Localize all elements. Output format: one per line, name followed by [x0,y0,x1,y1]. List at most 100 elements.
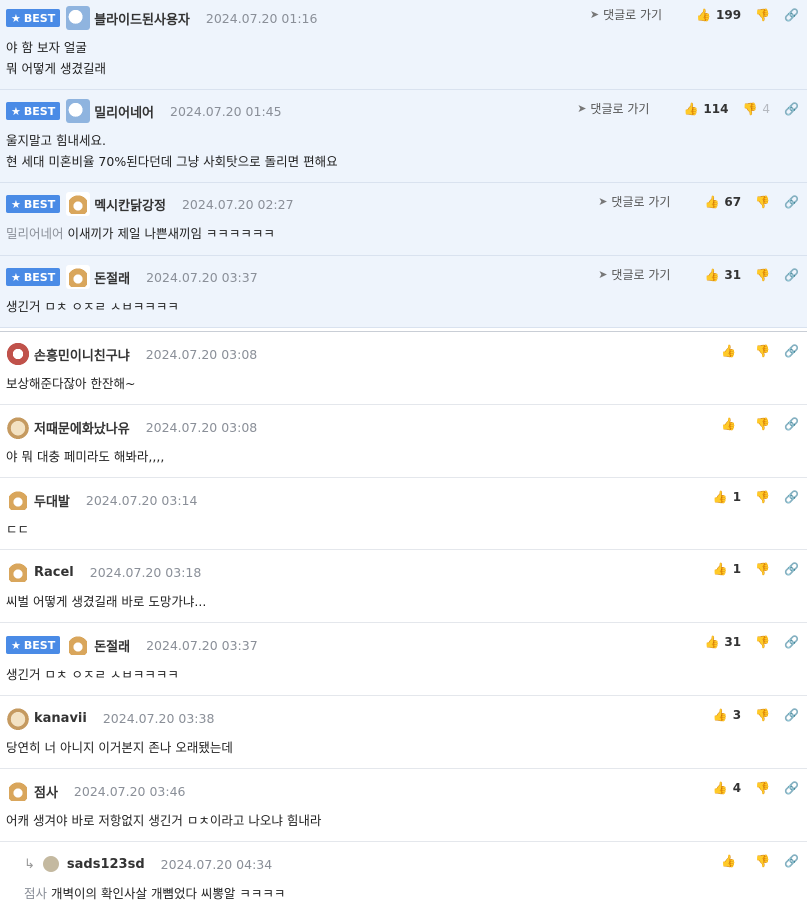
thumbs-up-icon: 👍 [696,7,712,22]
like-button[interactable]: 👍 [721,344,741,358]
comment-actions: ➤ 댓글로 가기 👍 199 👎 🔗 [590,6,799,23]
like-button[interactable]: 👍 1 [713,490,741,504]
comment-actions: 👍 3 👎 🔗 [699,708,799,722]
comment-body: 야 뭐 대충 페미라도 해봐라,,,, [6,449,165,464]
dislike-button[interactable]: 👎 [755,195,770,209]
comment-date: 2024.07.20 02:27 [181,196,294,212]
comment-actions: ➤ 댓글로 가기 👍 114 👎 4 🔗 [577,100,799,117]
link-button[interactable]: 🔗 [784,268,799,282]
link-button[interactable]: 🔗 [784,417,799,431]
link-button[interactable]: 🔗 [784,781,799,795]
goto-comment-link[interactable]: ➤ 댓글로 가기 [598,266,670,283]
link-button[interactable]: 🔗 [784,854,799,868]
dislike-button[interactable]: 👎 [755,8,770,22]
avatar[interactable] [6,706,30,730]
author-name[interactable]: kanavii [34,711,87,726]
dislike-button[interactable]: 👎 [755,635,770,649]
link-button[interactable]: 🔗 [784,8,799,22]
author-name[interactable]: 밀리어네어 [94,102,154,121]
avatar[interactable] [6,415,30,439]
avatar[interactable] [6,342,30,366]
author-name[interactable]: Racel [34,565,74,580]
link-button[interactable]: 🔗 [784,635,799,649]
goto-comment-link[interactable]: ➤ 댓글로 가기 [598,193,670,210]
link-button[interactable]: 🔗 [784,102,799,116]
like-button[interactable]: 👍 199 [696,8,741,22]
link-button[interactable]: 🔗 [784,708,799,722]
mention-link[interactable]: 밀리어네어 [6,226,64,241]
comment: kanavii 2024.07.20 03:38 👍 3 👎 🔗 당연히 너 아니… [0,696,807,769]
author-name[interactable]: 두대발 [34,491,70,510]
like-button[interactable]: 👍 [721,854,741,868]
dislike-button[interactable]: 👎 [755,417,770,431]
avatar[interactable] [6,779,30,803]
comment-date: 2024.07.20 01:16 [205,10,318,26]
like-button[interactable]: 👍 1 [713,562,741,576]
comment: 점사 2024.07.20 03:46 👍 4 👎 🔗 어캐 생겨야 바로 저항없… [0,769,807,842]
thumbs-down-icon: 👎 [755,854,771,868]
like-button[interactable]: 👍 114 [683,102,728,116]
best-comment: ★ BEST 멕시칸닭강정 2024.07.20 02:27 ➤ 댓글로 가기 👍 6… [0,183,807,256]
avatar[interactable] [66,192,91,216]
like-button[interactable]: 👍 3 [713,708,741,722]
comment-actions: ➤ 댓글로 가기 👍 67 👎 🔗 [598,193,799,210]
author-name[interactable]: 손흥민이니친구냐 [34,345,130,364]
dislike-button[interactable]: 👎 [755,562,770,576]
link-button[interactable]: 🔗 [784,490,799,504]
comment: 저때문에화났나유 2024.07.20 03:08 👍 👎 🔗 야 뭐 대충 페… [0,405,807,478]
thumbs-down-icon: 👎 [755,194,771,209]
goto-comment-link[interactable]: ➤ 댓글로 가기 [577,100,649,117]
author-name[interactable]: sads123sd [67,857,145,872]
mention-link[interactable]: 점사 [24,886,47,901]
comment-actions: 👍 1 👎 🔗 [699,562,799,576]
comment-date: 2024.07.20 03:08 [145,419,258,435]
like-button[interactable]: 👍 31 [704,268,741,282]
star-icon: ★ [11,104,21,118]
best-badge: ★ BEST [6,268,61,286]
thumbs-down-icon: 👎 [755,417,771,431]
dislike-button[interactable]: 👎 [755,490,770,504]
thumbs-down-icon: 👎 [755,781,771,795]
author-name[interactable]: 점사 [34,782,58,801]
avatar[interactable] [6,488,30,512]
avatar[interactable] [66,633,91,657]
dislike-button[interactable]: 👎 [755,708,770,722]
comment-actions: 👍 👎 🔗 [707,854,799,868]
link-button[interactable]: 🔗 [784,562,799,576]
link-button[interactable]: 🔗 [784,195,799,209]
avatar[interactable] [66,265,91,289]
link-icon: 🔗 [784,854,799,868]
avatar[interactable] [66,99,91,123]
author-name[interactable]: 블라이드된사용자 [94,9,190,28]
dislike-button[interactable]: 👎 4 [742,102,770,116]
avatar[interactable] [6,560,30,584]
comment-date: 2024.07.20 03:08 [145,346,258,362]
dislike-button[interactable]: 👎 [755,268,770,282]
dislike-button[interactable]: 👎 [755,854,770,868]
thumbs-up-icon: 👍 [704,635,720,649]
dislike-button[interactable]: 👎 [755,781,770,795]
like-button[interactable]: 👍 31 [704,635,741,649]
comment-body: 당연히 너 아니지 이거본지 존나 오래됐는데 [6,740,233,755]
comment-body: 생긴거 ㅁㅊ ㅇㅈㄹ ㅅㅂㅋㅋㅋㅋ [6,299,179,314]
comment-date: 2024.07.20 03:38 [102,710,215,726]
author-name[interactable]: 돈절래 [94,636,130,655]
avatar[interactable] [42,856,59,872]
comment-actions: 👍 👎 🔗 [707,417,799,431]
comment-body: 생긴거 ㅁㅊ ㅇㅈㄹ ㅅㅂㅋㅋㅋㅋ [6,667,179,682]
author-name[interactable]: 멕시칸닭강정 [94,195,166,214]
author-name[interactable]: 저때문에화났나유 [34,418,130,437]
best-badge: ★ BEST [6,636,61,654]
thumbs-down-icon: 👎 [755,7,771,22]
thumbs-down-icon: 👎 [755,635,771,649]
like-button[interactable]: 👍 4 [713,781,741,795]
thumbs-down-icon: 👎 [755,344,771,358]
dislike-button[interactable]: 👎 [755,344,770,358]
author-name[interactable]: 돈절래 [94,268,130,287]
like-button[interactable]: 👍 67 [704,195,741,209]
link-button[interactable]: 🔗 [784,344,799,358]
best-badge: ★ BEST [6,195,61,213]
goto-comment-link[interactable]: ➤ 댓글로 가기 [590,6,662,23]
avatar[interactable] [66,6,91,30]
like-button[interactable]: 👍 [721,417,741,431]
